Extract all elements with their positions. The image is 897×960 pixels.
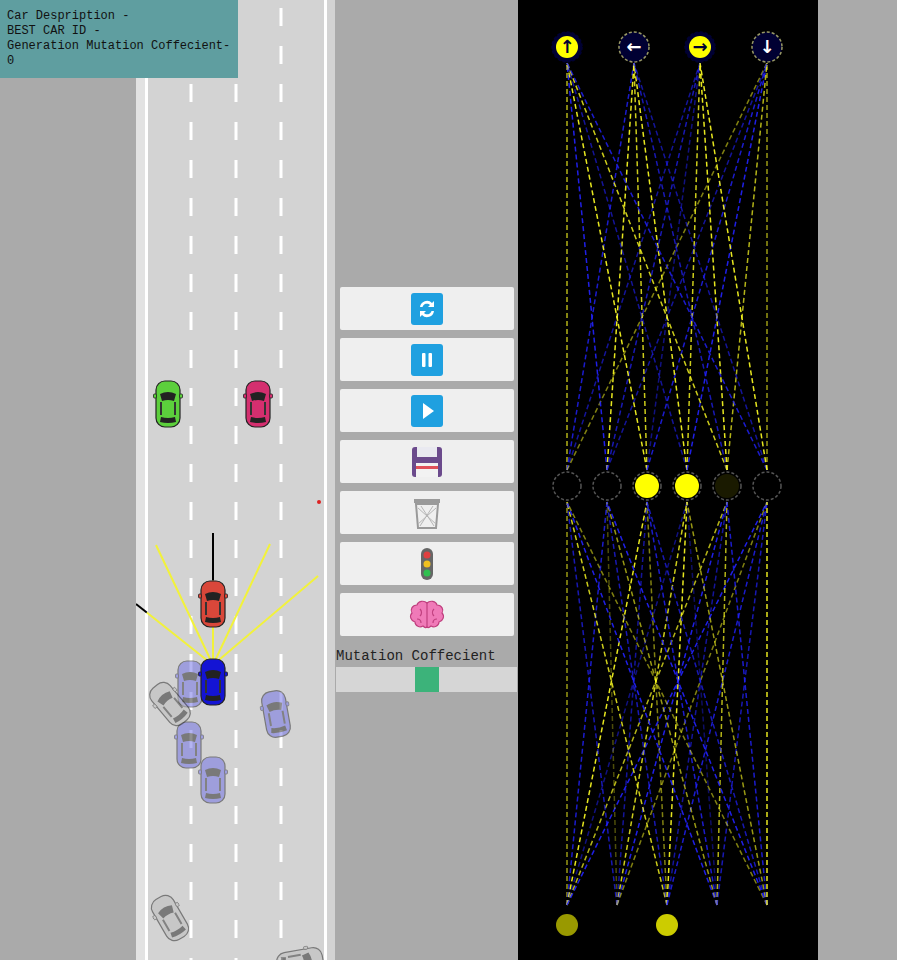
output-label: ↓ xyxy=(759,36,774,57)
restart-button[interactable] xyxy=(340,287,514,330)
save-button[interactable] xyxy=(340,440,514,483)
weight-line xyxy=(634,63,647,470)
input-node xyxy=(756,914,778,936)
weight-line xyxy=(667,502,727,905)
play-button[interactable] xyxy=(340,389,514,432)
network-visualizer: ↑ ← → ↓ xyxy=(518,0,818,960)
weight-line xyxy=(567,502,617,905)
car xyxy=(198,657,228,707)
hidden-node xyxy=(635,474,659,498)
play-icon xyxy=(411,395,443,427)
weight-line xyxy=(567,502,717,905)
car xyxy=(198,579,228,629)
weight-line xyxy=(634,63,767,470)
weight-line xyxy=(617,502,767,905)
car xyxy=(153,379,183,429)
weight-line xyxy=(617,502,727,905)
weight-line xyxy=(687,63,700,470)
refresh-icon xyxy=(411,293,443,325)
car xyxy=(198,755,228,805)
weight-line xyxy=(567,63,767,470)
info-line: Generation Mutation Coffecient- xyxy=(7,39,231,54)
car xyxy=(257,687,295,741)
weight-line xyxy=(566,502,568,905)
weight-line xyxy=(607,63,767,470)
hidden-node xyxy=(555,474,579,498)
input-node xyxy=(656,914,678,936)
car xyxy=(145,889,196,947)
floppy-disk-icon xyxy=(411,446,443,478)
weight-line xyxy=(727,502,767,905)
delete-button[interactable] xyxy=(340,491,514,534)
hidden-node xyxy=(755,474,779,498)
weight-line xyxy=(647,502,767,905)
info-panel: Car Despription -BEST CAR ID -Generation… xyxy=(0,0,238,78)
weight-line xyxy=(607,63,634,470)
weight-line xyxy=(647,63,700,470)
weight-line xyxy=(717,502,727,905)
weight-line xyxy=(687,502,717,905)
car xyxy=(174,720,204,770)
input-node xyxy=(606,914,628,936)
weight-line xyxy=(607,502,767,905)
weight-line xyxy=(634,63,687,470)
traffic-light-icon xyxy=(419,547,435,581)
car xyxy=(273,943,327,960)
output-node: ↓ xyxy=(752,32,782,62)
weight-line xyxy=(567,502,767,905)
weight-line xyxy=(647,63,767,470)
pause-icon xyxy=(411,344,443,376)
weight-line xyxy=(567,63,634,470)
output-label: ← xyxy=(626,36,641,57)
weight-line xyxy=(617,502,647,905)
weight-line xyxy=(567,63,647,470)
input-node xyxy=(706,914,728,936)
info-line: BEST CAR ID - xyxy=(7,24,231,39)
weight-line xyxy=(700,63,767,470)
input-node xyxy=(556,914,578,936)
sensor-ray xyxy=(213,576,318,665)
output-label: ↑ xyxy=(559,36,574,57)
output-node: → xyxy=(685,32,715,62)
output-node: ← xyxy=(619,32,649,62)
weight-line xyxy=(566,63,568,470)
mutation-slider[interactable] xyxy=(336,667,517,692)
mutation-label: Mutation Coffecient xyxy=(336,647,519,665)
brain-icon xyxy=(409,599,445,631)
traffic-button[interactable] xyxy=(340,542,514,585)
weight-line xyxy=(687,63,767,470)
car xyxy=(243,379,273,429)
output-node: ↑ xyxy=(552,32,582,62)
road-lines xyxy=(136,0,335,960)
slider-thumb[interactable] xyxy=(415,667,439,692)
weight-line xyxy=(766,502,768,905)
weight-line xyxy=(567,63,687,470)
weight-line xyxy=(567,502,647,905)
weight-line xyxy=(667,502,687,905)
weight-line xyxy=(766,63,768,470)
hidden-node xyxy=(595,474,619,498)
weight-line xyxy=(567,63,607,470)
weight-line xyxy=(607,502,717,905)
weight-line xyxy=(567,502,767,905)
weight-line xyxy=(567,502,687,905)
weight-line xyxy=(567,63,727,470)
brain-button[interactable] xyxy=(340,593,514,636)
weight-line xyxy=(717,502,767,905)
weight-line xyxy=(634,63,727,470)
hidden-node xyxy=(715,474,739,498)
info-line: Car Despription - xyxy=(7,9,231,24)
weight-line xyxy=(567,63,767,470)
weight-line xyxy=(567,502,607,905)
output-label: → xyxy=(692,36,707,57)
info-line: 0 xyxy=(7,54,231,69)
weight-line xyxy=(567,502,667,905)
pause-button[interactable] xyxy=(340,338,514,381)
weight-line xyxy=(567,502,727,905)
road-canvas xyxy=(136,0,335,960)
weight-line xyxy=(687,502,767,905)
weight-line xyxy=(700,63,727,470)
hidden-node xyxy=(675,474,699,498)
trash-icon xyxy=(411,496,443,530)
